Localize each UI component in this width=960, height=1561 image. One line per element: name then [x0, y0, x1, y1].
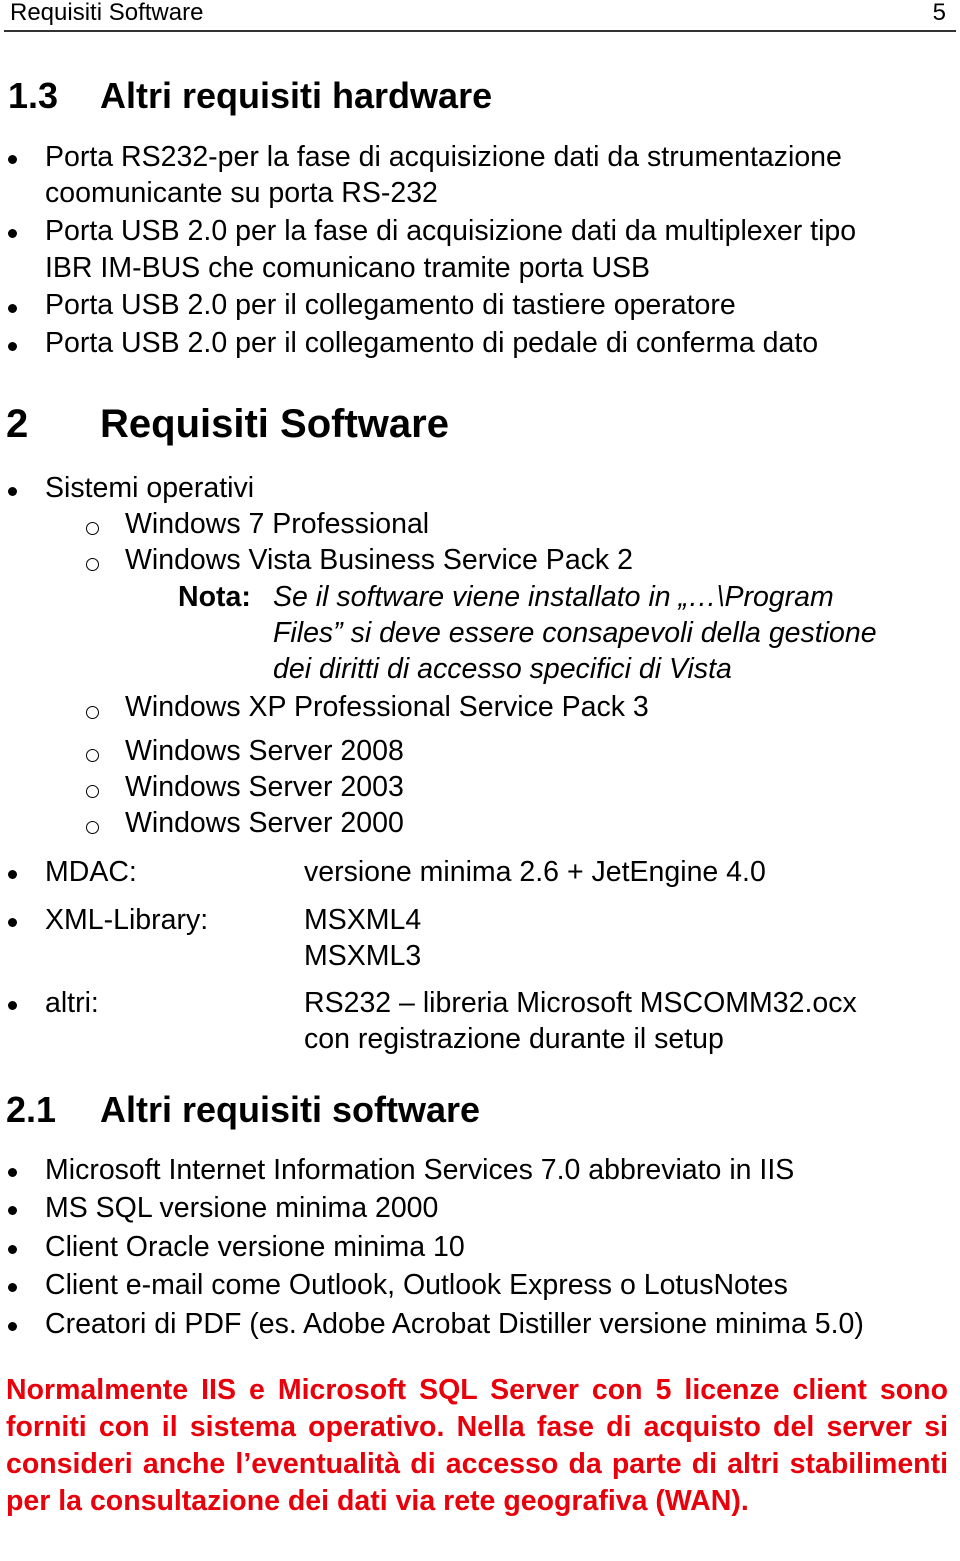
bullet-icon — [8, 918, 17, 927]
bullet-icon — [8, 1283, 17, 1292]
note-label: Nota: — [178, 581, 251, 613]
bullet-icon — [8, 342, 17, 351]
list-item-continuation: coomunicante su porta RS-232 — [45, 177, 438, 209]
list-item: MS SQL versione minima 2000 — [45, 1192, 439, 1224]
bullet-icon — [8, 229, 17, 238]
requirement-value: con registrazione durante il setup — [304, 1023, 724, 1055]
bullet-icon — [8, 487, 17, 496]
circle-bullet-icon — [86, 558, 99, 571]
warning-paragraph: Normalmente IIS e Microsoft SQL Server c… — [6, 1374, 948, 1517]
section-title: Altri requisiti software — [100, 1089, 481, 1130]
requirement-value: MSXML3 — [304, 940, 422, 972]
list-item: Porta USB 2.0 per il collegamento di ped… — [45, 327, 819, 359]
bullet-icon — [8, 1168, 17, 1177]
os-item: Windows Server 2008 — [125, 735, 404, 767]
bullet-icon — [8, 1245, 17, 1254]
note-text-line: dei diritti di accesso specifici di Vist… — [273, 653, 732, 685]
list-item: Creatori di PDF (es. Adobe Acrobat Disti… — [45, 1308, 864, 1340]
section-number: 2 — [6, 402, 29, 446]
requirement-value: MSXML4 — [304, 904, 422, 936]
os-item: Windows Server 2000 — [125, 807, 404, 839]
os-item: Windows Vista Business Service Pack 2 — [125, 544, 633, 576]
circle-bullet-icon — [86, 522, 99, 535]
requirement-value: versione minima 2.6 + JetEngine 4.0 — [304, 856, 766, 888]
list-item: Porta USB 2.0 per il collegamento di tas… — [45, 289, 736, 321]
os-item: Windows Server 2003 — [125, 771, 404, 803]
list-item: Porta USB 2.0 per la fase di acquisizion… — [45, 215, 857, 247]
list-item-continuation: IBR IM-BUS che comunicano tramite porta … — [45, 252, 651, 284]
section-number: 2.1 — [6, 1089, 57, 1130]
list-item: Porta RS232-per la fase di acquisizione … — [45, 141, 842, 173]
section-number: 1.3 — [8, 75, 59, 116]
bullet-icon — [8, 1322, 17, 1331]
bullet-icon — [8, 1206, 17, 1215]
list-item: Microsoft Internet Information Services … — [45, 1154, 795, 1186]
os-item: Windows 7 Professional — [125, 508, 430, 540]
requirement-label: XML-Library: — [45, 904, 209, 936]
bullet-icon — [8, 304, 17, 313]
header-divider — [4, 30, 956, 32]
requirement-label: altri: — [45, 987, 99, 1019]
page-number: 5 — [932, 0, 946, 26]
note-text-line: Files” si deve essere consapevoli della … — [273, 617, 877, 649]
circle-bullet-icon — [86, 785, 99, 798]
os-list-label: Sistemi operativi — [45, 472, 255, 504]
bullet-icon — [8, 1001, 17, 1010]
circle-bullet-icon — [86, 706, 99, 719]
requirement-value: RS232 – libreria Microsoft MSCOMM32.ocx — [304, 987, 857, 1019]
note-text-line: Se il software viene installato in „…\Pr… — [273, 581, 834, 613]
circle-bullet-icon — [86, 749, 99, 762]
requirement-label: MDAC: — [45, 856, 137, 888]
list-item: Client e-mail come Outlook, Outlook Expr… — [45, 1269, 788, 1301]
bullet-icon — [8, 870, 17, 879]
section-title: Requisiti Software — [100, 402, 449, 446]
bullet-icon — [8, 155, 17, 164]
section-title: Altri requisiti hardware — [100, 75, 493, 116]
circle-bullet-icon — [86, 821, 99, 834]
list-item: Client Oracle versione minima 10 — [45, 1231, 465, 1263]
os-item: Windows XP Professional Service Pack 3 — [125, 691, 649, 723]
running-header-title: Requisiti Software — [10, 0, 204, 26]
